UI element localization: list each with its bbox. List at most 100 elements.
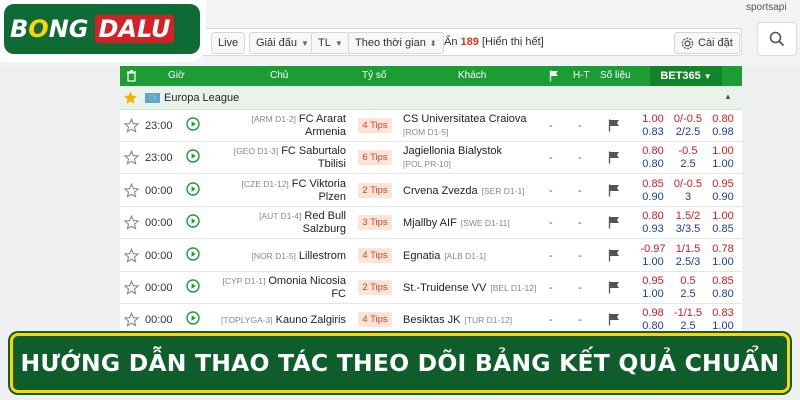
ht-score-home: -	[549, 314, 553, 327]
bookmaker-dropdown[interactable]: BET365 ▼	[650, 66, 722, 86]
match-row[interactable]: 23:00 [ARM D1-2] FC Ararat Armenia 4 Tips CS …	[120, 110, 742, 142]
odds-col-1[interactable]: -0.97 1.00	[637, 243, 669, 269]
away-team[interactable]: Mjallby AIF [SWE D1-11]	[403, 210, 510, 230]
odds-col-3[interactable]: 1.00 0.85	[707, 210, 739, 236]
bookmaker-label: BET365	[660, 70, 701, 82]
match-row[interactable]: 23:00 [GEO D1-3] FC Saburtalo Tbilisi 6 Tips…	[120, 142, 742, 175]
odds-col-3[interactable]: 1.00 1.00	[707, 145, 739, 171]
odds-value: 1.00	[642, 113, 664, 125]
odds-col-2[interactable]: 1/1.5 2.5/3	[672, 243, 704, 269]
star-filled-icon[interactable]	[123, 90, 138, 105]
trash-icon[interactable]	[126, 70, 137, 82]
odds-col-3[interactable]: 0.83 1.00	[707, 307, 739, 333]
odds-col-3[interactable]: 0.78 1.00	[707, 243, 739, 269]
match-row[interactable]: 00:00 [AUT D1-4] Red Bull Salzburg 3 Tips Mja…	[120, 207, 742, 240]
odds-col-1[interactable]: 0.98 0.80	[637, 307, 669, 333]
away-team-name: Jagiellonia Bialystok	[403, 145, 503, 158]
home-team[interactable]: [ARM D1-2] FC Ararat Armenia	[252, 113, 346, 139]
odds-col-2[interactable]: 1.5/2 3/3.5	[672, 210, 704, 236]
tips-badge[interactable]: 6 Tips	[358, 150, 392, 166]
league-dropdown[interactable]: Giải đấu ▼	[249, 32, 316, 54]
flag-icon[interactable]	[608, 281, 620, 294]
home-team[interactable]: [CYP D1-1] Omonia Nicosia FC	[223, 275, 346, 301]
odds-value: 0.90	[642, 190, 664, 203]
away-team-name: CS Universitatea Craiova	[403, 113, 527, 125]
time-sort-dropdown[interactable]: Theo thời gian ⬍	[348, 32, 444, 54]
away-team[interactable]: CS Universitatea Craiova [ROM D1-5]	[403, 113, 527, 139]
odds-value: 1.5/2	[675, 210, 701, 223]
odds-col-1[interactable]: 0.80 0.93	[637, 210, 669, 236]
live-play-icon[interactable]	[186, 149, 200, 164]
home-team-name: Red Bull	[304, 210, 346, 223]
show-all-link[interactable]: [Hiển thị hết]	[482, 36, 544, 48]
tips-badge[interactable]: 4 Tips	[358, 312, 392, 328]
live-button[interactable]: Live	[211, 32, 246, 54]
favorite-star-icon[interactable]	[123, 312, 140, 328]
live-play-icon[interactable]	[186, 182, 200, 196]
favorite-star-icon[interactable]	[123, 247, 140, 263]
home-team[interactable]: [AUT D1-4] Red Bull Salzburg	[259, 210, 346, 236]
flag-icon[interactable]	[608, 216, 620, 229]
hidden-prefix: Ẩn	[444, 36, 458, 48]
away-team[interactable]: St.-Truidense VV [BEL D1-12]	[403, 275, 536, 295]
flag-icon[interactable]	[608, 184, 620, 197]
odds-col-2[interactable]: -1/1.5 2.5	[672, 307, 704, 333]
match-row[interactable]: 00:00 [CZE D1-12] FC Viktoria Plzen 2 Tips Cr…	[120, 174, 742, 207]
live-play-icon[interactable]	[186, 279, 200, 293]
odds-col-3[interactable]: 0.85 0.80	[707, 275, 739, 301]
match-row[interactable]: 00:00 [CYP D1-1] Omonia Nicosia FC 2 Tips St.…	[120, 272, 742, 304]
favorite-star-icon[interactable]	[123, 215, 140, 231]
collapse-icon[interactable]: ▲	[724, 92, 732, 101]
flag-icon[interactable]	[608, 249, 620, 262]
home-rank: [GEO D1-3]	[233, 146, 279, 157]
favorite-star-icon[interactable]	[123, 279, 140, 295]
odds-value: 3/3.5	[675, 223, 701, 236]
search-button[interactable]	[757, 22, 797, 56]
odds-col-2[interactable]: -0.5 2.5	[672, 145, 704, 171]
away-team-name: Besiktas JK	[403, 314, 461, 327]
home-team[interactable]: [NOR D1-5] Lillestrom	[252, 243, 346, 263]
odds-col-3[interactable]: 0.80 0.98	[707, 113, 739, 139]
match-time: 00:00	[145, 184, 173, 197]
match-row[interactable]: 00:00 [NOR D1-5] Lillestrom 4 Tips Egnatia [A…	[120, 239, 742, 272]
live-play-icon[interactable]	[186, 311, 200, 326]
away-team[interactable]: Crvena Zvezda [SER D1-1]	[403, 178, 525, 198]
odds-col-1[interactable]: 1.00 0.83	[637, 113, 669, 139]
settings-button[interactable]: Cài đặt	[674, 32, 740, 54]
tips-badge[interactable]: 2 Tips	[358, 280, 392, 295]
odds-value: 2/2.5	[675, 126, 701, 138]
home-team[interactable]: [GEO D1-3] FC Saburtalo Tbilisi	[234, 145, 346, 171]
favorite-star-icon[interactable]	[123, 117, 140, 133]
odds-col-2[interactable]: 0/-0.5 3	[672, 178, 704, 204]
tips-badge[interactable]: 4 Tips	[358, 247, 392, 263]
odds-col-1[interactable]: 0.80 0.80	[637, 145, 669, 171]
live-play-icon[interactable]	[186, 214, 200, 228]
home-team[interactable]: [CZE D1-12] FC Viktoria Plzen	[242, 178, 346, 204]
live-play-icon[interactable]	[186, 117, 200, 131]
odds-col-1[interactable]: 0.85 0.90	[637, 178, 669, 204]
live-play-icon[interactable]	[186, 246, 200, 261]
ht-score-away: -	[578, 120, 582, 132]
favorite-star-icon[interactable]	[123, 182, 140, 198]
away-team[interactable]: Besiktas JK [TUR D1-12]	[403, 307, 512, 327]
match-time: 00:00	[145, 282, 173, 294]
odds-col-2[interactable]: 0.5 2.5	[672, 275, 704, 301]
away-team[interactable]: Egnatia [ALB D1-1]	[403, 243, 486, 263]
table-header: Giờ Chủ Tỷ số Khách H-T Số liệu BET365 ▼	[120, 66, 742, 86]
flag-icon[interactable]	[608, 151, 620, 164]
favorite-star-icon[interactable]	[123, 150, 140, 166]
away-team[interactable]: Jagiellonia Bialystok [POL PR-10]	[403, 145, 502, 171]
tips-badge[interactable]: 3 Tips	[358, 215, 392, 231]
odds-col-2[interactable]: 0/-0.5 2/2.5	[672, 113, 704, 139]
odds-value: 0.80	[642, 320, 664, 333]
home-team[interactable]: [TOPLYGA-3] Kauno Zalgiris	[221, 307, 346, 327]
odds-col-3[interactable]: 0.95 0.90	[707, 178, 739, 204]
match-row[interactable]: 00:00 [TOPLYGA-3] Kauno Zalgiris 4 Tips Besi…	[120, 304, 742, 337]
flag-icon[interactable]	[608, 119, 620, 132]
tips-badge[interactable]: 2 Tips	[358, 182, 392, 198]
tips-badge[interactable]: 4 Tips	[358, 118, 392, 133]
home-rank: [TOPLYGA-3]	[221, 315, 273, 326]
odds-col-1[interactable]: 0.95 1.00	[637, 275, 669, 301]
tl-dropdown[interactable]: TL ▼	[311, 32, 350, 54]
flag-icon[interactable]	[608, 313, 620, 326]
